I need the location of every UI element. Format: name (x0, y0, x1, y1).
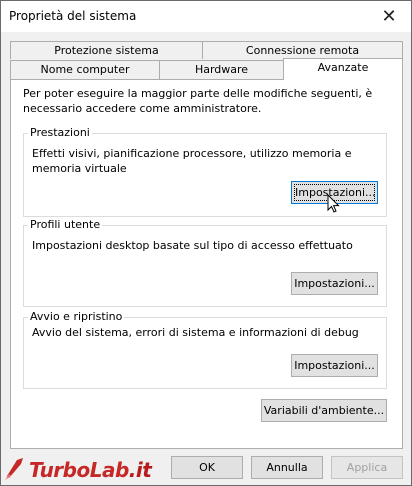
group-description: Effetti visivi, pianificazione processor… (32, 147, 352, 175)
tab-avanzate[interactable]: Avanzate (283, 58, 403, 80)
admin-notice: Per poter eseguire la maggior parte dell… (23, 87, 373, 115)
profili-settings-button[interactable]: Impostazioni... (291, 272, 378, 295)
group-title: Avvio e ripristino (28, 310, 125, 323)
tab-nome-computer[interactable]: Nome computer (10, 60, 160, 80)
close-icon: ✕ (381, 6, 397, 27)
mouse-pointer-icon (327, 193, 341, 217)
group-description: Impostazioni desktop basate sul tipo di … (32, 239, 353, 252)
group-title: Prestazioni (28, 126, 92, 139)
watermark-text: TurboLab.it (29, 458, 152, 482)
turbolab-watermark-logo: TurboLab.it (3, 456, 183, 486)
window-title: Proprietà del sistema (9, 9, 137, 23)
tab-hardware[interactable]: Hardware (159, 60, 284, 80)
group-profili-utente: Profili utente Impostazioni desktop basa… (23, 218, 387, 307)
avvio-settings-button[interactable]: Impostazioni... (291, 354, 378, 377)
title-bar[interactable]: Proprietà del sistema ✕ (1, 1, 411, 32)
tab-protezione-sistema[interactable]: Protezione sistema (10, 41, 203, 59)
cancel-button[interactable]: Annulla (251, 456, 323, 479)
group-avvio-ripristino: Avvio e ripristino Avvio del sistema, er… (23, 310, 387, 389)
tab-panel-avanzate: Per poter eseguire la maggior parte dell… (10, 79, 403, 449)
close-button[interactable]: ✕ (367, 1, 411, 32)
apply-button[interactable]: Applica (331, 456, 403, 479)
group-title: Profili utente (28, 218, 103, 231)
environment-variables-button[interactable]: Variabili d'ambiente... (261, 399, 387, 422)
system-properties-window: Proprietà del sistema ✕ Protezione siste… (0, 0, 412, 486)
tab-connessione-remota[interactable]: Connessione remota (202, 41, 403, 59)
group-description: Avvio del sistema, errori di sistema e i… (32, 326, 359, 339)
rocket-icon (5, 458, 23, 480)
